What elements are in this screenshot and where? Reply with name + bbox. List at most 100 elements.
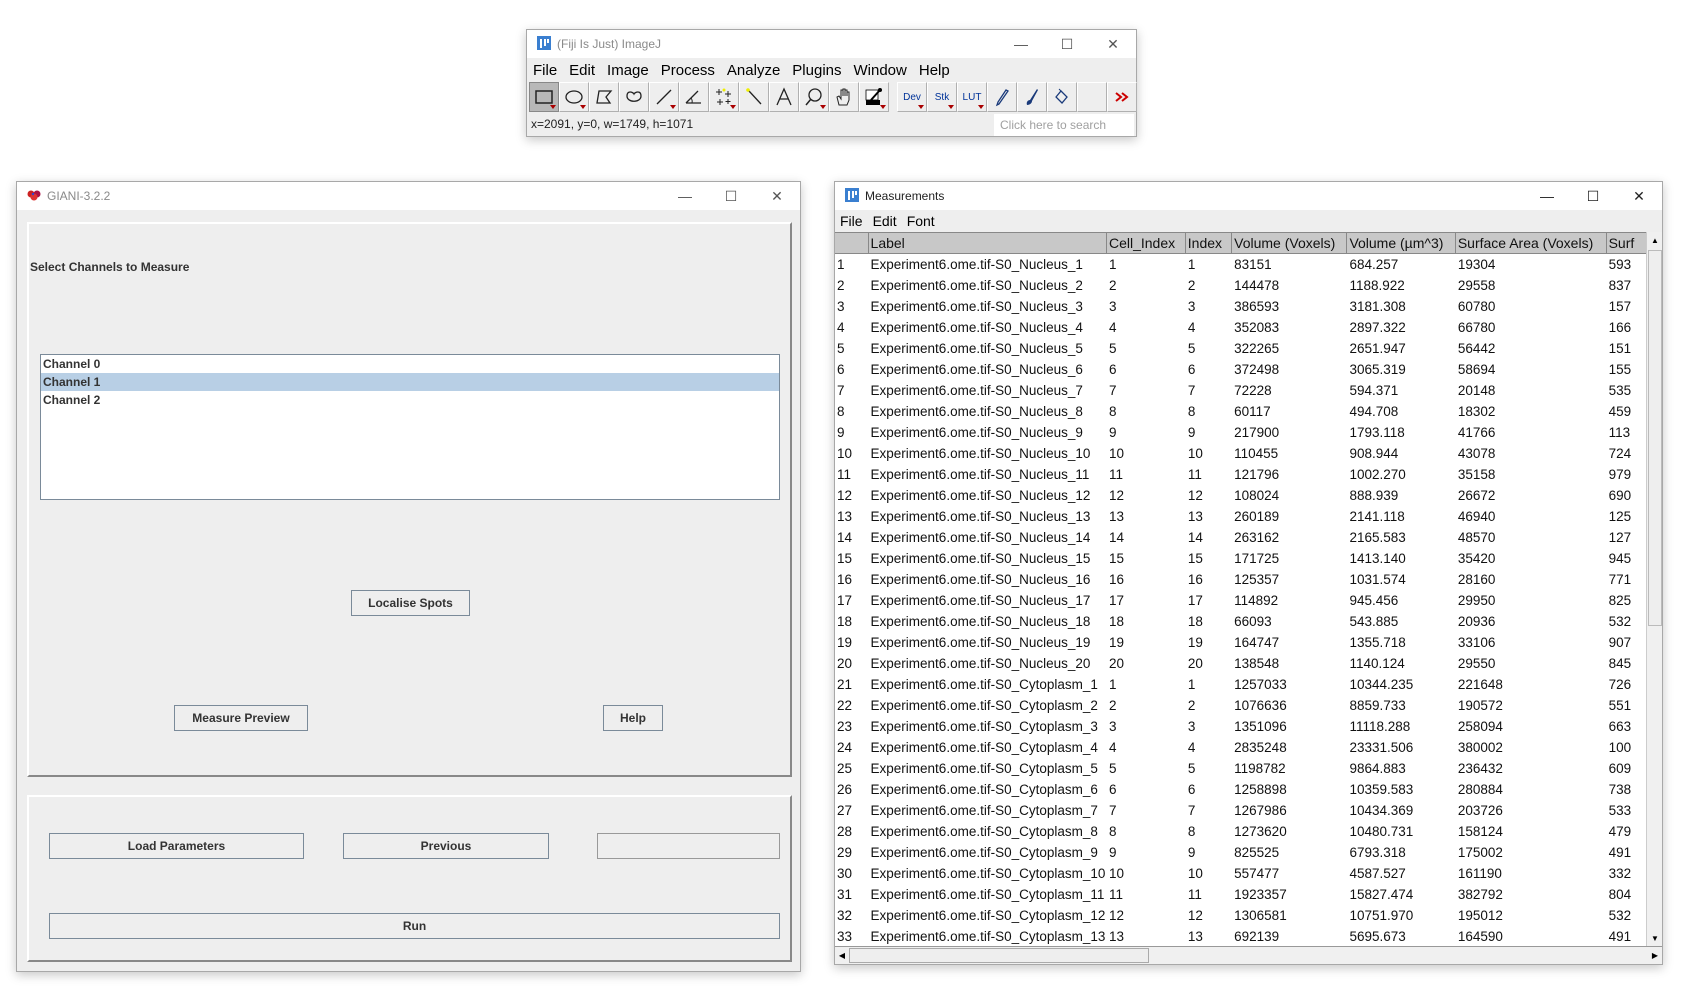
menu-file[interactable]: File xyxy=(835,213,868,229)
load-parameters-button[interactable]: Load Parameters xyxy=(49,833,304,859)
maximize-button[interactable]: ☐ xyxy=(708,182,754,210)
table-row[interactable]: 2 Experiment6.ome.tif-S0_Nucleus_2 2 2 14447… xyxy=(835,275,1646,296)
measurements-titlebar[interactable]: Measurements — ☐ ✕ xyxy=(835,182,1662,210)
close-button[interactable]: ✕ xyxy=(754,182,800,210)
menu-window[interactable]: Window xyxy=(848,62,913,79)
table-row[interactable]: 11 Experiment6.ome.tif-S0_Nucleus_11 11 11 1… xyxy=(835,464,1646,485)
table-row[interactable]: 21 Experiment6.ome.tif-S0_Cytoplasm_1 1 1 12… xyxy=(835,674,1646,695)
table-row[interactable]: 27 Experiment6.ome.tif-S0_Cytoplasm_7 7 7 12… xyxy=(835,800,1646,821)
menu-process[interactable]: Process xyxy=(655,62,721,79)
table-row[interactable]: 6 Experiment6.ome.tif-S0_Nucleus_6 6 6 37249… xyxy=(835,359,1646,380)
menu-edit[interactable]: Edit xyxy=(563,62,601,79)
dev-menu-tool[interactable]: Dev xyxy=(897,82,927,112)
column-header-label[interactable]: Label xyxy=(869,233,1107,253)
results-table[interactable]: Label Cell_Index Index Volume (Voxels) V… xyxy=(835,232,1646,946)
horizontal-scrollbar[interactable]: ◀ ▶ xyxy=(835,946,1662,964)
channel-list-item[interactable]: Channel 0 xyxy=(41,355,779,373)
table-row[interactable]: 20 Experiment6.ome.tif-S0_Nucleus_20 20 20 1… xyxy=(835,653,1646,674)
table-row[interactable]: 31 Experiment6.ome.tif-S0_Cytoplasm_11 11 1… xyxy=(835,884,1646,905)
close-button[interactable]: ✕ xyxy=(1090,30,1136,58)
column-header-volume-voxels[interactable]: Volume (Voxels) xyxy=(1232,233,1348,253)
color-picker-tool[interactable] xyxy=(859,82,889,112)
table-row[interactable]: 7 Experiment6.ome.tif-S0_Nucleus_7 7 7 72228… xyxy=(835,380,1646,401)
more-tools-button[interactable] xyxy=(1107,82,1137,112)
table-row[interactable]: 17 Experiment6.ome.tif-S0_Nucleus_17 17 17 1… xyxy=(835,590,1646,611)
table-row[interactable]: 32 Experiment6.ome.tif-S0_Cytoplasm_12 12 1… xyxy=(835,905,1646,926)
table-row[interactable]: 5 Experiment6.ome.tif-S0_Nucleus_5 5 5 32226… xyxy=(835,338,1646,359)
oval-tool[interactable] xyxy=(559,82,589,112)
angle-tool[interactable] xyxy=(679,82,709,112)
giani-titlebar[interactable]: GIANI-3.2.2 — ☐ ✕ xyxy=(17,182,800,210)
menu-font[interactable]: Font xyxy=(902,213,940,229)
measure-preview-button[interactable]: Measure Preview xyxy=(174,705,308,731)
menu-edit[interactable]: Edit xyxy=(868,213,902,229)
stk-menu-tool[interactable]: Stk xyxy=(927,82,957,112)
polygon-tool[interactable] xyxy=(589,82,619,112)
freehand-tool[interactable] xyxy=(619,82,649,112)
menu-plugins[interactable]: Plugins xyxy=(786,62,847,79)
menu-image[interactable]: Image xyxy=(601,62,655,79)
table-row[interactable]: 22 Experiment6.ome.tif-S0_Cytoplasm_2 2 2 10… xyxy=(835,695,1646,716)
table-row[interactable]: 23 Experiment6.ome.tif-S0_Cytoplasm_3 3 3 13… xyxy=(835,716,1646,737)
table-row[interactable]: 26 Experiment6.ome.tif-S0_Cytoplasm_6 6 6 12… xyxy=(835,779,1646,800)
column-header-surface-area-voxels[interactable]: Surface Area (Voxels) xyxy=(1456,233,1607,253)
column-header-surface-truncated[interactable]: Surf xyxy=(1607,233,1646,253)
text-tool[interactable] xyxy=(769,82,799,112)
table-row[interactable]: 1 Experiment6.ome.tif-S0_Nucleus_1 1 1 83151… xyxy=(835,254,1646,275)
scroll-right-icon[interactable]: ▶ xyxy=(1648,947,1662,964)
table-row[interactable]: 18 Experiment6.ome.tif-S0_Nucleus_18 18 18 6… xyxy=(835,611,1646,632)
table-row[interactable]: 13 Experiment6.ome.tif-S0_Nucleus_13 13 13 2… xyxy=(835,506,1646,527)
multipoint-tool[interactable] xyxy=(709,82,739,112)
table-row[interactable]: 9 Experiment6.ome.tif-S0_Nucleus_9 9 9 21790… xyxy=(835,422,1646,443)
rectangle-tool[interactable] xyxy=(529,82,559,112)
pencil-tool[interactable] xyxy=(987,82,1017,112)
help-button[interactable]: Help xyxy=(603,705,663,731)
close-button[interactable]: ✕ xyxy=(1616,182,1662,210)
menu-file[interactable]: File xyxy=(527,62,563,79)
line-tool[interactable] xyxy=(649,82,679,112)
channel-list-item-selected[interactable]: Channel 1 xyxy=(41,373,779,391)
localise-spots-button[interactable]: Localise Spots xyxy=(351,590,470,616)
minimize-button[interactable]: — xyxy=(1524,182,1570,210)
brush-tool[interactable] xyxy=(1017,82,1047,112)
scroll-left-icon[interactable]: ◀ xyxy=(835,947,849,964)
table-row[interactable]: 4 Experiment6.ome.tif-S0_Nucleus_4 4 4 35208… xyxy=(835,317,1646,338)
lut-menu-tool[interactable]: LUT xyxy=(957,82,987,112)
horizontal-scroll-thumb[interactable] xyxy=(849,948,1149,963)
table-row[interactable]: 16 Experiment6.ome.tif-S0_Nucleus_16 16 16 1… xyxy=(835,569,1646,590)
next-button[interactable] xyxy=(597,833,780,859)
table-row[interactable]: 29 Experiment6.ome.tif-S0_Cytoplasm_9 9 9 82… xyxy=(835,842,1646,863)
table-row[interactable]: 28 Experiment6.ome.tif-S0_Cytoplasm_8 8 8 12… xyxy=(835,821,1646,842)
run-button[interactable]: Run xyxy=(49,913,780,939)
table-row[interactable]: 24 Experiment6.ome.tif-S0_Cytoplasm_4 4 4 28… xyxy=(835,737,1646,758)
table-row[interactable]: 8 Experiment6.ome.tif-S0_Nucleus_8 8 8 60117… xyxy=(835,401,1646,422)
imagej-titlebar[interactable]: (Fiji Is Just) ImageJ — ☐ ✕ xyxy=(527,30,1136,58)
minimize-button[interactable]: — xyxy=(998,30,1044,58)
table-row[interactable]: 19 Experiment6.ome.tif-S0_Nucleus_19 19 19 1… xyxy=(835,632,1646,653)
magnifier-tool[interactable] xyxy=(799,82,829,112)
minimize-button[interactable]: — xyxy=(662,182,708,210)
vertical-scrollbar[interactable]: ▲ ▼ xyxy=(1646,232,1662,946)
flood-fill-tool[interactable] xyxy=(1047,82,1077,112)
table-row[interactable]: 14 Experiment6.ome.tif-S0_Nucleus_14 14 14 2… xyxy=(835,527,1646,548)
scroll-up-icon[interactable]: ▲ xyxy=(1647,232,1663,248)
search-field[interactable]: Click here to search xyxy=(994,114,1134,136)
hand-tool[interactable] xyxy=(829,82,859,112)
maximize-button[interactable]: ☐ xyxy=(1570,182,1616,210)
channel-list-item[interactable]: Channel 2 xyxy=(41,391,779,409)
maximize-button[interactable]: ☐ xyxy=(1044,30,1090,58)
table-row[interactable]: 10 Experiment6.ome.tif-S0_Nucleus_10 10 10 1… xyxy=(835,443,1646,464)
scroll-down-icon[interactable]: ▼ xyxy=(1647,930,1663,946)
column-header-row-number[interactable] xyxy=(835,233,869,253)
menu-analyze[interactable]: Analyze xyxy=(721,62,786,79)
table-row[interactable]: 12 Experiment6.ome.tif-S0_Nucleus_12 12 12 1… xyxy=(835,485,1646,506)
table-row[interactable]: 3 Experiment6.ome.tif-S0_Nucleus_3 3 3 38659… xyxy=(835,296,1646,317)
vertical-scroll-thumb[interactable] xyxy=(1648,250,1662,626)
table-row[interactable]: 30 Experiment6.ome.tif-S0_Cytoplasm_10 10 1… xyxy=(835,863,1646,884)
table-row[interactable]: 25 Experiment6.ome.tif-S0_Cytoplasm_5 5 5 11… xyxy=(835,758,1646,779)
table-row[interactable]: 33 Experiment6.ome.tif-S0_Cytoplasm_13 13 1… xyxy=(835,926,1646,946)
column-header-cell-index[interactable]: Cell_Index xyxy=(1107,233,1186,253)
wand-tool[interactable] xyxy=(739,82,769,112)
column-header-volume-um3[interactable]: Volume (µm^3) xyxy=(1347,233,1456,253)
table-row[interactable]: 15 Experiment6.ome.tif-S0_Nucleus_15 15 15 1… xyxy=(835,548,1646,569)
